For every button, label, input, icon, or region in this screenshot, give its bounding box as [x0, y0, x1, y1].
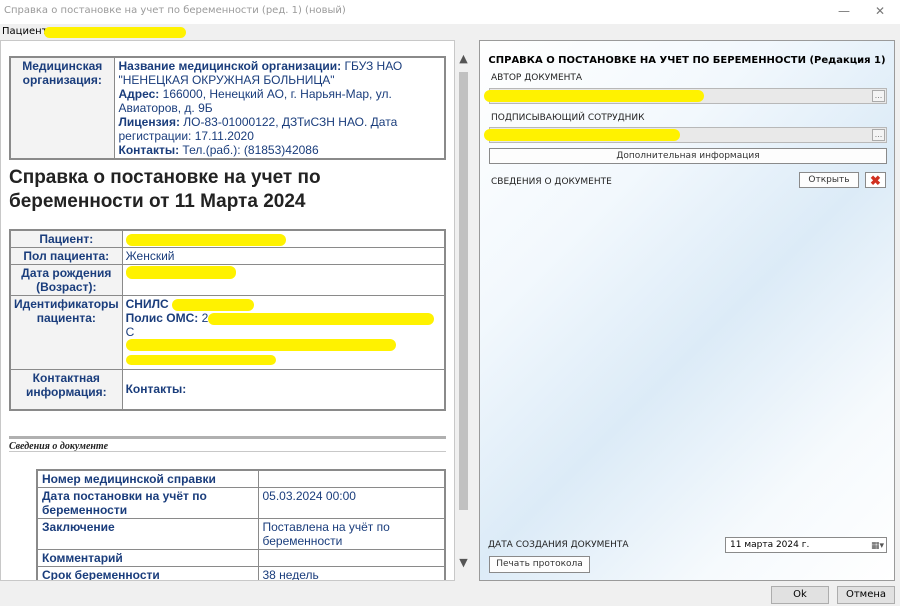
detail-value: 05.03.2024 00:00	[257, 487, 446, 519]
org-license-value2: регистрации: 17.11.2020	[118, 129, 254, 143]
redacted-patient	[125, 233, 286, 246]
sex-label: Пол пациента:	[9, 247, 123, 265]
ids-label: Идентификаторы пациента:	[9, 295, 123, 370]
minimize-button[interactable]: —	[834, 3, 854, 19]
detail-value	[257, 549, 446, 567]
org-details: Название медицинской организации: ГБУЗ Н…	[114, 57, 445, 159]
snils-label: СНИЛС	[125, 297, 169, 311]
doc-section-title: Сведения о документе	[9, 436, 446, 452]
ok-button[interactable]: Ok	[771, 586, 829, 604]
title-bar: Справка о постановке на учет по беременн…	[0, 0, 900, 24]
scroll-thumb[interactable]	[459, 72, 468, 510]
patient-value	[121, 229, 446, 248]
redacted-oms-line3	[125, 355, 276, 365]
org-contacts-value: Тел.(раб.): (81853)42086	[179, 143, 319, 157]
document-title: Справка о постановке на учет по беременн…	[9, 167, 321, 212]
table-row: Комментарий	[36, 549, 446, 567]
window-title: Справка о постановке на учет по беременн…	[4, 5, 346, 16]
section-divider	[9, 451, 446, 452]
panel-title: СПРАВКА О ПОСТАНОВКЕ НА УЧЕТ ПО БЕРЕМЕНН…	[488, 55, 886, 66]
redacted-birth-date	[125, 266, 236, 279]
table-row: Номер медицинской справки	[36, 469, 446, 488]
org-address-value2: Авиаторов, д. 9Б	[118, 101, 213, 115]
detail-label: Номер медицинской справки	[36, 469, 259, 488]
redacted-author	[484, 90, 704, 102]
org-header: Медицинская организация:	[10, 57, 115, 159]
patient-bar-label: Пациент	[2, 26, 48, 37]
table-row: Дата постановки на учёт по беременности 0…	[36, 487, 446, 519]
detail-value	[257, 469, 446, 488]
oms-tail: С	[125, 325, 135, 339]
patient-table: Пациент: Пол пациента: Женский Дата рожд…	[9, 229, 446, 411]
detail-label: Дата постановки на учёт по беременности	[36, 487, 259, 519]
redacted-snils	[172, 298, 254, 311]
table-row: Заключение Поставлена на учёт по беременн…	[36, 518, 446, 550]
org-name-value1: ГБУЗ НАО	[341, 59, 403, 73]
birth-label: Дата рождения (Возраст):	[9, 264, 123, 296]
org-license-label: Лицензия:	[118, 115, 180, 129]
org-address-value1: 166000, Ненецкий АО, г. Нарьян-Мар, ул.	[159, 87, 392, 101]
author-field[interactable]: …	[484, 88, 887, 104]
org-name-value2: "НЕНЕЦКАЯ ОКРУЖНАЯ БОЛЬНИЦА"	[118, 73, 335, 87]
birth-value	[121, 264, 446, 296]
scroll-up-icon[interactable]: ▲	[455, 50, 472, 67]
detail-value: 38 недель	[257, 566, 446, 580]
table-row: Срок беременности 38 недель	[36, 566, 446, 580]
oms-label: Полис ОМС:	[125, 311, 199, 325]
redacted-signer	[484, 129, 680, 141]
preview-scrollbar[interactable]: ▲ ▼	[455, 40, 472, 581]
document-properties-panel: СПРАВКА О ПОСТАНОВКЕ НА УЧЕТ ПО БЕРЕМЕНН…	[479, 40, 895, 581]
ids-value: СНИЛС Полис ОМС: 2 С	[121, 295, 446, 370]
author-label: АВТОР ДОКУМЕНТА	[491, 73, 583, 83]
detail-label: Срок беременности	[36, 566, 259, 580]
signer-label: ПОДПИСЫВАЮЩИЙ СОТРУДНИК	[491, 113, 645, 123]
creation-date-value: 11 марта 2024 г.	[730, 540, 810, 550]
author-select-button[interactable]: …	[872, 90, 885, 102]
delete-icon[interactable]: ✖	[865, 172, 886, 188]
cancel-button[interactable]: Отмена	[837, 586, 895, 604]
org-contacts-label: Контакты:	[118, 143, 180, 157]
close-button[interactable]: ✕	[870, 3, 890, 19]
organization-table: Медицинская организация: Название медици…	[9, 56, 446, 160]
sex-value: Женский	[121, 247, 446, 265]
redacted-oms	[208, 312, 435, 325]
print-protocol-button[interactable]: Печать протокола	[489, 556, 590, 573]
details-table: Номер медицинской справки Дата постановки…	[36, 469, 446, 580]
detail-label: Заключение	[36, 518, 259, 550]
additional-info-button[interactable]: Дополнительная информация	[489, 148, 887, 164]
contact-value: Контакты:	[121, 369, 446, 410]
patient-label: Пациент:	[9, 229, 123, 248]
creation-date-label: ДАТА СОЗДАНИЯ ДОКУМЕНТА	[488, 540, 629, 550]
detail-label: Комментарий	[36, 549, 259, 567]
signer-field[interactable]: …	[484, 127, 887, 143]
redacted-oms-line2	[125, 339, 396, 351]
org-name-label: Название медицинской организации:	[118, 59, 342, 73]
oms-value: 2	[198, 311, 209, 325]
patient-bar: Пациент	[0, 24, 900, 40]
doc-info-label: СВЕДЕНИЯ О ДОКУМЕНТЕ	[491, 177, 612, 187]
contact-label: Контактная информация:	[9, 369, 123, 410]
calendar-icon[interactable]: ▦▾	[871, 539, 884, 553]
org-address-label: Адрес:	[118, 87, 160, 101]
detail-value: Поставлена на учёт по беременности	[257, 518, 446, 550]
creation-date-field[interactable]: 11 марта 2024 г. ▦▾	[725, 537, 887, 553]
redacted-patient-name	[44, 27, 186, 38]
signer-select-button[interactable]: …	[872, 129, 885, 141]
document-preview[interactable]: Медицинская организация: Название медици…	[0, 40, 455, 581]
scroll-down-icon[interactable]: ▼	[455, 554, 472, 571]
org-license-value1: ЛО-83-01000122, ДЗТиСЗН НАО. Дата	[179, 115, 398, 129]
open-button[interactable]: Открыть	[799, 172, 859, 188]
